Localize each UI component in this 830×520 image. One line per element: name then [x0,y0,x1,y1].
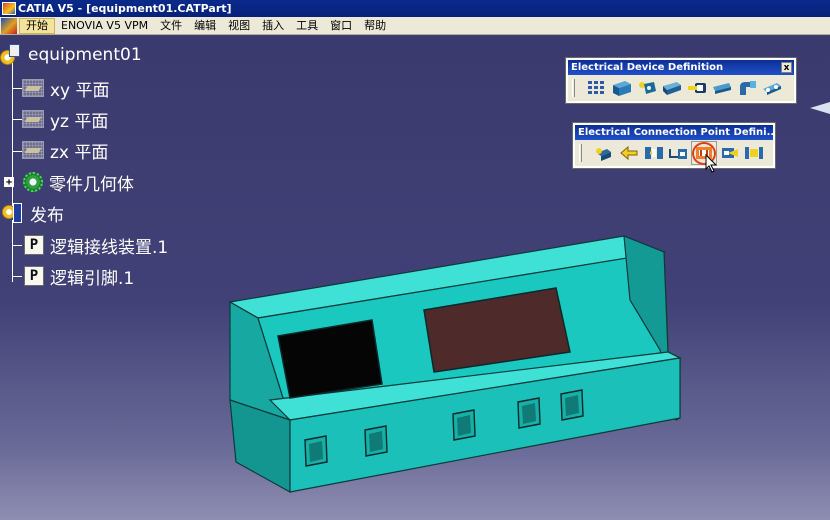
splice-icon[interactable] [760,77,784,99]
toolbar-title: Electrical Connection Point Defini... [578,127,773,138]
specification-tree: equipment01 xy 平面 yz 平面 zx 平面 + 零件几何体 发布… [0,36,200,296]
tree-item-label: 逻辑接线装置.1 [50,237,169,258]
part-gear-icon [0,44,22,66]
tree-item-logical-connector[interactable]: P 逻辑接线装置.1 [24,232,168,258]
menu-enovia[interactable]: ENOVIA V5 VPM [55,18,154,34]
catia-logo-icon [2,2,16,15]
tree-item-label: yz 平面 [50,111,109,132]
menu-insert[interactable]: 插入 [256,18,290,34]
plane-icon [22,141,44,159]
catia-compass-icon[interactable] [1,17,17,34]
termination-icon[interactable] [667,142,691,164]
tree-connector [12,245,22,246]
pin-icon: P [24,266,44,286]
tree-item-publication[interactable]: 发布 [2,200,64,226]
grid-icon[interactable] [585,77,609,99]
toolbar-grip[interactable] [579,144,582,162]
menu-help[interactable]: 帮助 [358,18,392,34]
toolbar-title: Electrical Device Definition [571,62,724,73]
tree-root[interactable]: equipment01 [0,42,142,68]
tree-item-zx-plane[interactable]: zx 平面 [22,137,108,163]
toolbar-body [575,140,773,166]
tree-connector [12,151,22,152]
cable-end-icon[interactable] [685,77,709,99]
body-gear-icon [23,172,43,192]
shell-connection-point-icon[interactable] [717,142,741,164]
compass-edge-icon [810,102,830,114]
toolbar-title-bar[interactable]: Electrical Connection Point Defini... x [575,125,773,140]
shell-icon[interactable] [660,77,684,99]
tree-connector [12,88,22,89]
equipment-icon[interactable] [610,77,634,99]
tree-item-label: 逻辑引脚.1 [50,268,135,289]
tree-root-label: equipment01 [28,45,142,65]
electrical-connection-point-definition-toolbar[interactable]: Electrical Connection Point Defini... x [572,122,776,169]
menu-tools[interactable]: 工具 [290,18,324,34]
toolbar-grip[interactable] [572,79,575,97]
tree-item-part-body[interactable]: + 零件几何体 [4,169,134,195]
bus-icon[interactable] [710,77,734,99]
menu-start[interactable]: 开始 [19,17,55,34]
toolbar-title-bar[interactable]: Electrical Device Definition x [568,60,794,75]
tree-item-xy-plane[interactable]: xy 平面 [22,75,110,101]
menu-bar: 开始 ENOVIA V5 VPM 文件 编辑 视图 插入 工具 窗口 帮助 [0,17,830,35]
menu-file[interactable]: 文件 [154,18,188,34]
tree-connector [12,276,22,277]
plane-icon [22,110,44,128]
menu-view[interactable]: 视图 [222,18,256,34]
menu-window[interactable]: 窗口 [324,18,358,34]
socket-inset-4 [522,403,536,424]
window-title: CATIA V5 - [equipment01.CATPart] [18,2,232,15]
elbow-icon[interactable] [735,77,759,99]
close-icon[interactable]: x [781,62,792,73]
tree-connector [12,220,13,282]
tree-item-label: xy 平面 [50,80,110,101]
socket-inset-1 [309,441,323,462]
tree-item-label: zx 平面 [50,142,109,163]
tree-item-yz-plane[interactable]: yz 平面 [22,106,108,132]
socket-inset-2 [369,431,383,452]
tree-item-label: 发布 [30,205,64,226]
cavity-connection-point-icon[interactable] [617,142,641,164]
connector-connection-point-icon[interactable] [642,142,666,164]
pin-icon: P [24,235,44,255]
socket-inset-3 [457,415,471,436]
mouse-cursor-icon [705,154,718,173]
expand-icon[interactable]: + [4,177,14,188]
title-bar: CATIA V5 - [equipment01.CATPart] [0,0,830,17]
bundle-connection-point-icon[interactable] [592,142,616,164]
menu-edit[interactable]: 编辑 [188,18,222,34]
mounting-point-icon[interactable] [742,142,766,164]
connector-icon[interactable] [635,77,659,99]
socket-inset-5 [565,395,579,416]
tree-item-label: 零件几何体 [49,174,134,195]
tree-connector [12,119,22,120]
toolbar-body [568,75,794,101]
tree-item-logical-pin[interactable]: P 逻辑引脚.1 [24,263,134,289]
plane-icon [22,79,44,97]
publication-icon [2,203,24,223]
electrical-device-definition-toolbar[interactable]: Electrical Device Definition x [565,57,797,104]
